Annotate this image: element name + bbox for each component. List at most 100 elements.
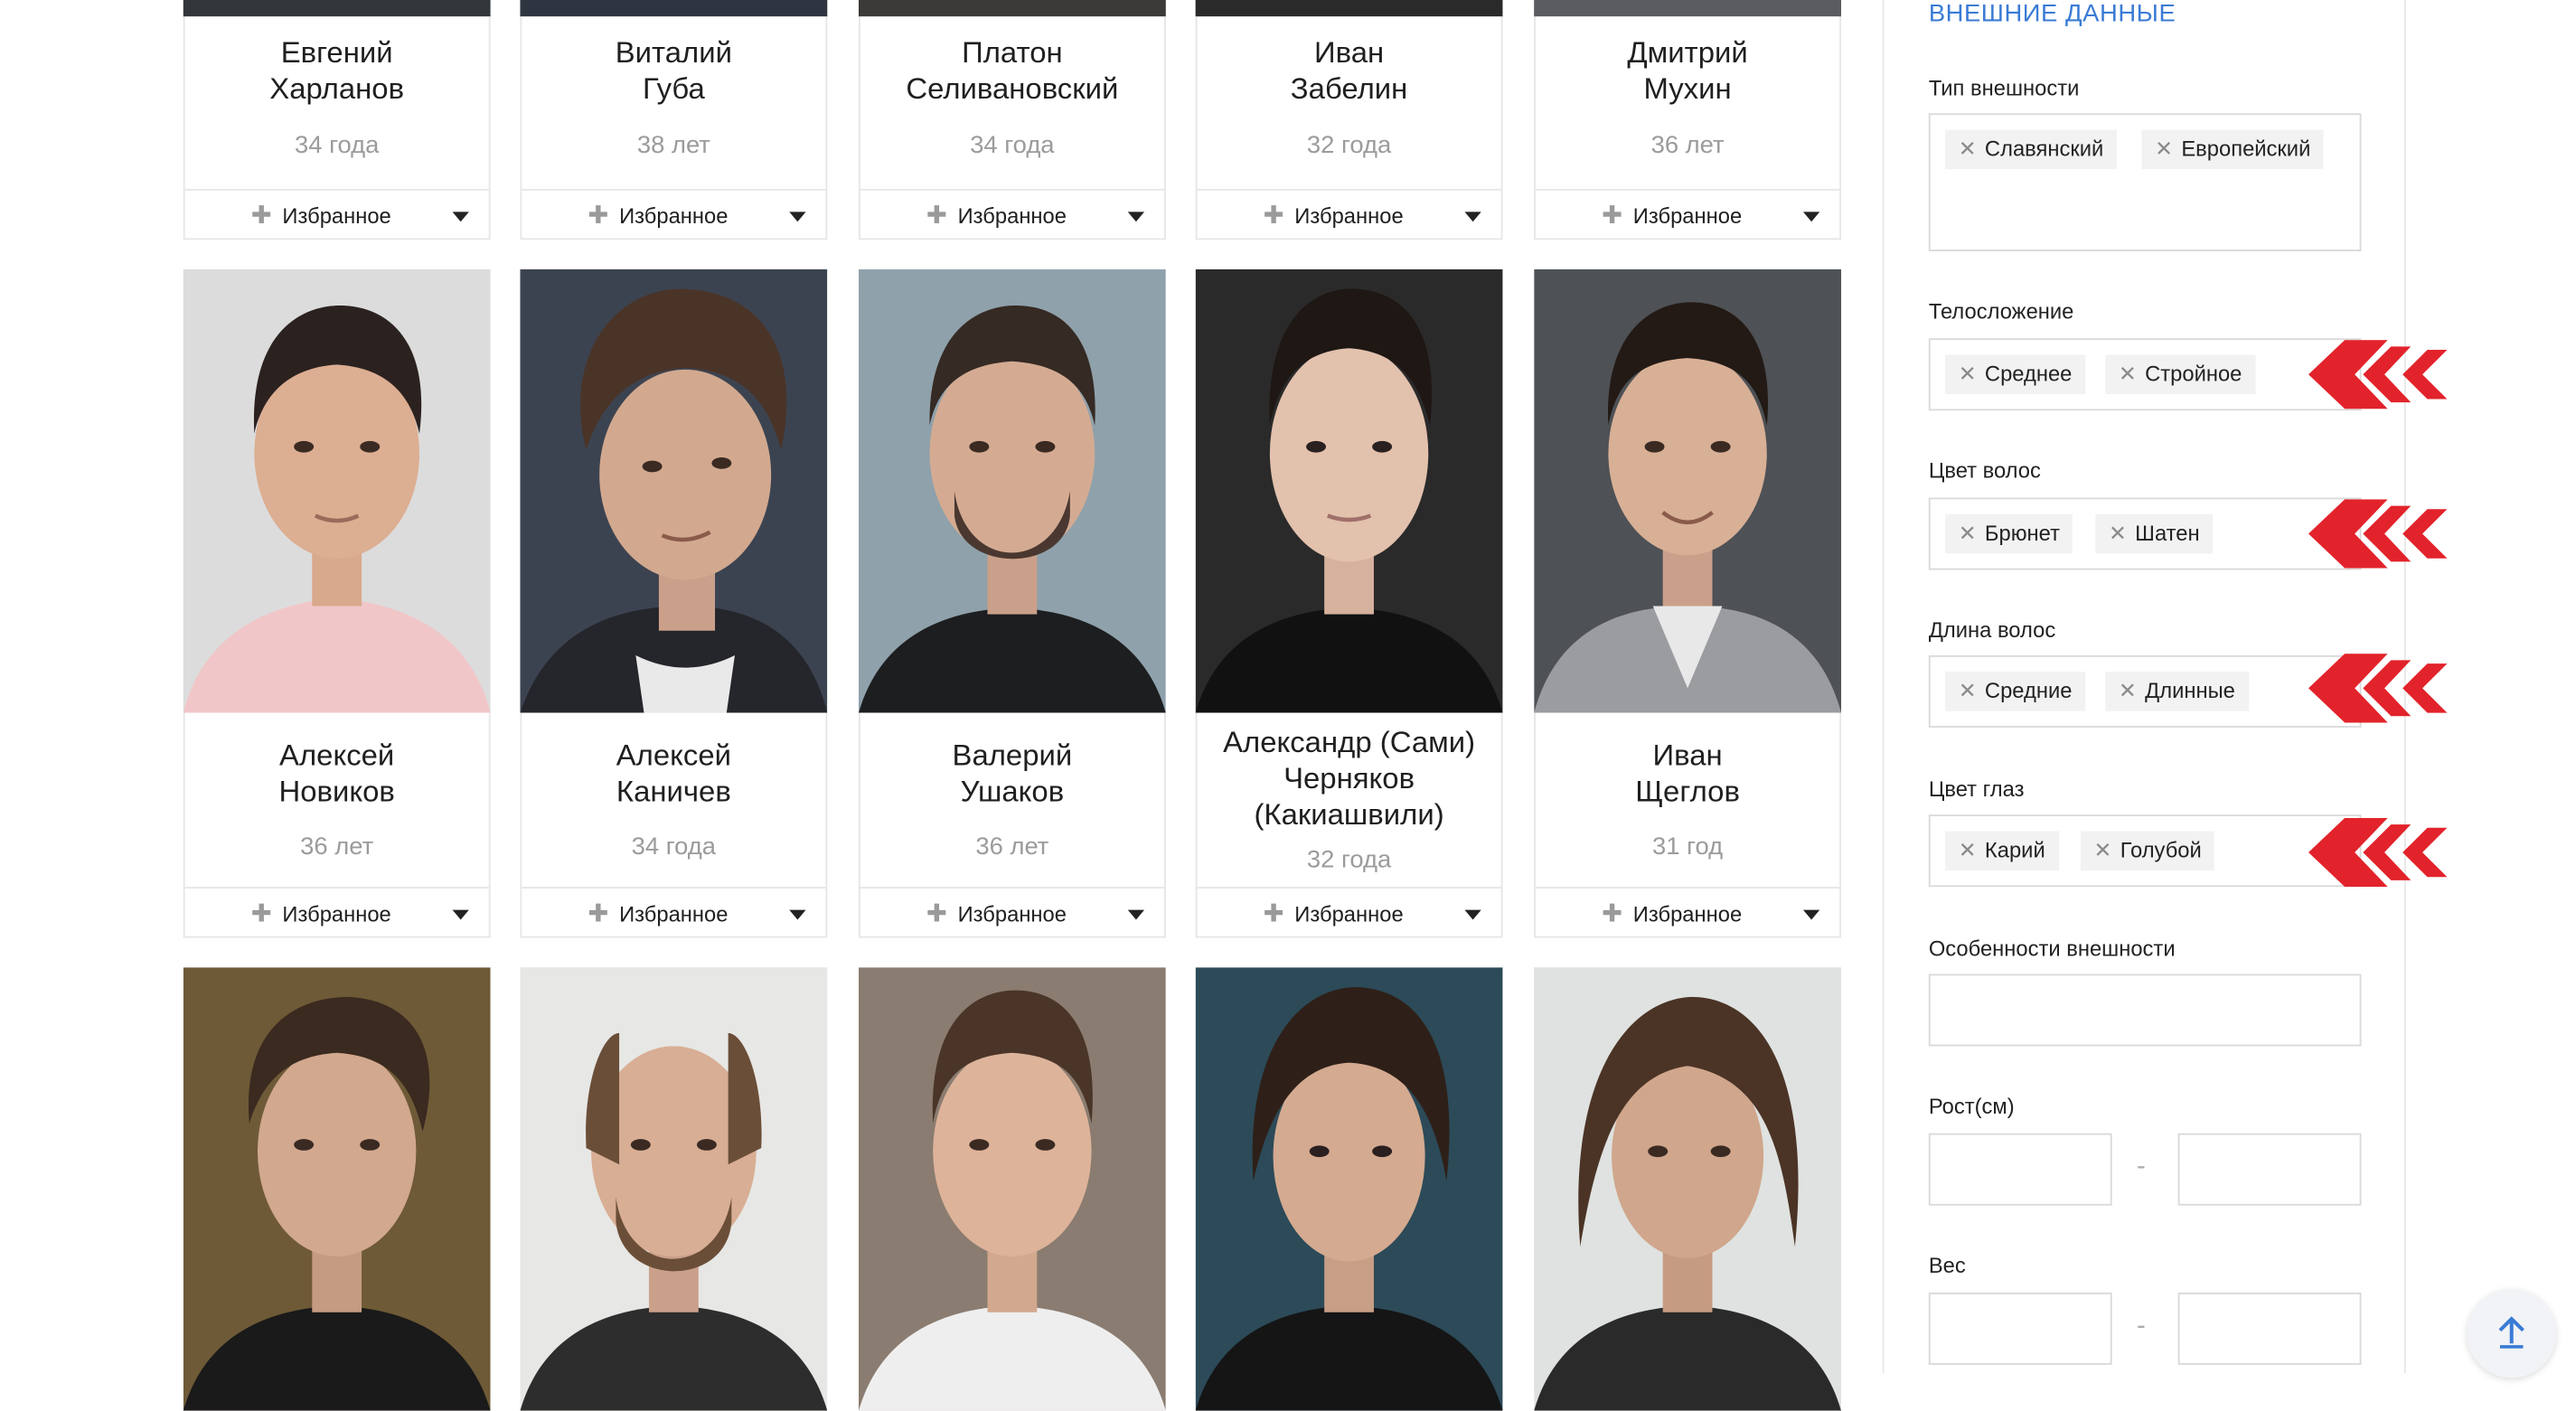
caret-down-icon[interactable] (789, 909, 806, 920)
actor-last-name[interactable]: Мухин (1536, 71, 1839, 107)
actor-first-name[interactable]: Алексей (522, 738, 825, 774)
weight-from-input[interactable] (1928, 1292, 2112, 1365)
actor-photo[interactable] (858, 967, 1166, 1411)
filter-tag[interactable]: ✕ Славянский (1945, 129, 2117, 170)
actor-photo[interactable] (183, 268, 491, 713)
caret-down-icon[interactable] (452, 212, 469, 222)
actor-first-name[interactable]: Валерий (860, 738, 1164, 774)
filter-tag[interactable]: ✕ Европейский (2141, 129, 2324, 170)
favorite-dropdown[interactable]: ✚ Избранное (522, 887, 826, 939)
actor-photo[interactable] (1195, 967, 1503, 1411)
actor-first-name[interactable]: Александр (Сами) (1198, 724, 1501, 760)
actor-last-name[interactable]: Губа (522, 71, 825, 107)
actor-photo[interactable] (1534, 268, 1841, 713)
actor-card[interactable]: Иван Щеглов 31 год ✚ Избранное (1534, 268, 1841, 939)
actor-card[interactable]: Виталий Губа 38 лет ✚ Избранное (520, 0, 828, 241)
actor-card[interactable] (1534, 967, 1841, 1411)
close-icon[interactable]: ✕ (1959, 672, 1977, 711)
actor-card[interactable] (183, 967, 491, 1411)
features-input[interactable] (1928, 974, 2362, 1047)
actor-photo[interactable] (858, 0, 1166, 17)
filter-tag[interactable]: ✕ Шатен (2095, 513, 2214, 554)
actor-card[interactable]: Алексей Каничев 34 года ✚ Избранное (520, 268, 828, 939)
actor-last-name[interactable]: Новиков (185, 774, 489, 810)
actor-card[interactable]: Платон Селивановский 34 года ✚ Избранное (858, 0, 1166, 241)
actor-first-name[interactable]: Иван (1198, 34, 1501, 71)
actor-name-extra[interactable]: (Какиашвили) (1198, 796, 1501, 832)
build-select[interactable]: ✕ Среднее ✕ Стройное (1928, 338, 2362, 411)
close-icon[interactable]: ✕ (2109, 514, 2127, 554)
caret-down-icon[interactable] (1802, 909, 1820, 920)
favorite-dropdown[interactable]: ✚ Избранное (1197, 887, 1501, 939)
actor-card[interactable]: Валерий Ушаков 36 лет ✚ Избранное (858, 268, 1166, 939)
actor-card[interactable]: Алексей Новиков 36 лет ✚ Избранное (183, 268, 491, 939)
caret-down-icon[interactable] (452, 909, 469, 920)
actor-last-name[interactable]: Щеглов (1536, 774, 1839, 810)
appearance-type-select[interactable]: ✕ Славянский ✕ Европейский (1928, 113, 2362, 252)
actor-first-name[interactable]: Платон (860, 34, 1164, 71)
close-icon[interactable]: ✕ (1959, 514, 1977, 554)
caret-down-icon[interactable] (1127, 212, 1145, 222)
filter-tag[interactable]: ✕ Брюнет (1945, 513, 2073, 554)
filter-tag[interactable]: ✕ Среднее (1945, 354, 2086, 395)
actor-last-name[interactable]: Харланов (185, 71, 489, 107)
actor-last-name[interactable]: Каничев (522, 774, 825, 810)
favorite-dropdown[interactable]: ✚ Избранное (860, 887, 1164, 939)
actor-photo[interactable] (858, 268, 1166, 713)
actor-first-name[interactable]: Алексей (185, 738, 489, 774)
actor-photo[interactable] (1195, 268, 1503, 713)
close-icon[interactable]: ✕ (1959, 130, 1977, 170)
actor-last-name[interactable]: Забелин (1198, 71, 1501, 107)
close-icon[interactable]: ✕ (2155, 130, 2173, 170)
height-from-input[interactable] (1928, 1133, 2112, 1206)
favorite-dropdown[interactable]: ✚ Избранное (1197, 188, 1501, 241)
caret-down-icon[interactable] (1802, 212, 1820, 222)
favorite-dropdown[interactable]: ✚ Избранное (522, 188, 826, 241)
actor-card[interactable]: Дмитрий Мухин 36 лет ✚ Избранное (1534, 0, 1841, 240)
actor-photo[interactable] (183, 967, 491, 1411)
actor-first-name[interactable]: Иван (1536, 738, 1839, 774)
actor-card[interactable] (520, 967, 828, 1411)
scroll-to-top-button[interactable] (2467, 1289, 2557, 1378)
actor-card[interactable] (1195, 967, 1503, 1411)
actor-photo[interactable] (520, 268, 828, 713)
favorite-dropdown[interactable]: ✚ Избранное (184, 887, 489, 939)
hair-length-select[interactable]: ✕ Средние ✕ Длинные (1928, 654, 2362, 728)
favorite-dropdown[interactable]: ✚ Избранное (1536, 188, 1840, 241)
close-icon[interactable]: ✕ (2094, 831, 2112, 870)
close-icon[interactable]: ✕ (2119, 354, 2137, 394)
favorite-dropdown[interactable]: ✚ Избранное (184, 188, 489, 241)
hair-color-select[interactable]: ✕ Брюнет ✕ Шатен (1928, 497, 2362, 570)
close-icon[interactable]: ✕ (1959, 831, 1977, 870)
filter-tag[interactable]: ✕ Средние (1945, 672, 2086, 711)
filter-tag[interactable]: ✕ Стройное (2105, 354, 2256, 395)
favorite-dropdown[interactable]: ✚ Избранное (860, 188, 1164, 241)
caret-down-icon[interactable] (1127, 909, 1145, 920)
close-icon[interactable]: ✕ (1959, 354, 1977, 394)
actor-card[interactable] (858, 967, 1166, 1411)
actor-first-name[interactable]: Дмитрий (1536, 34, 1839, 71)
actor-photo[interactable] (1534, 0, 1841, 17)
actor-last-name[interactable]: Селивановский (860, 71, 1164, 107)
caret-down-icon[interactable] (1464, 212, 1481, 222)
actor-first-name[interactable]: Виталий (522, 34, 825, 71)
actor-last-name[interactable]: Ушаков (860, 774, 1164, 810)
filter-tag[interactable]: ✕ Длинные (2105, 672, 2249, 711)
actor-card[interactable]: Александр (Сами) Черняков (Какиашвили) 32 … (1195, 268, 1503, 939)
actor-last-name[interactable]: Черняков (1198, 760, 1501, 796)
actor-photo[interactable] (1195, 0, 1503, 17)
close-icon[interactable]: ✕ (2119, 672, 2137, 711)
eye-color-select[interactable]: ✕ Карий ✕ Голубой (1928, 814, 2362, 888)
actor-photo[interactable] (183, 0, 491, 17)
actor-photo[interactable] (520, 967, 828, 1411)
weight-to-input[interactable] (2177, 1292, 2362, 1365)
actor-photo[interactable] (1534, 967, 1841, 1411)
actor-first-name[interactable]: Евгений (185, 34, 489, 71)
caret-down-icon[interactable] (789, 212, 806, 222)
actor-card[interactable]: Евгений Харланов 34 года ✚ Избранное (183, 0, 491, 240)
filter-tag[interactable]: ✕ Карий (1945, 831, 2059, 871)
filter-tag[interactable]: ✕ Голубой (2080, 831, 2215, 871)
favorite-dropdown[interactable]: ✚ Избранное (1536, 887, 1840, 939)
caret-down-icon[interactable] (1464, 909, 1481, 920)
actor-photo[interactable] (520, 0, 828, 17)
